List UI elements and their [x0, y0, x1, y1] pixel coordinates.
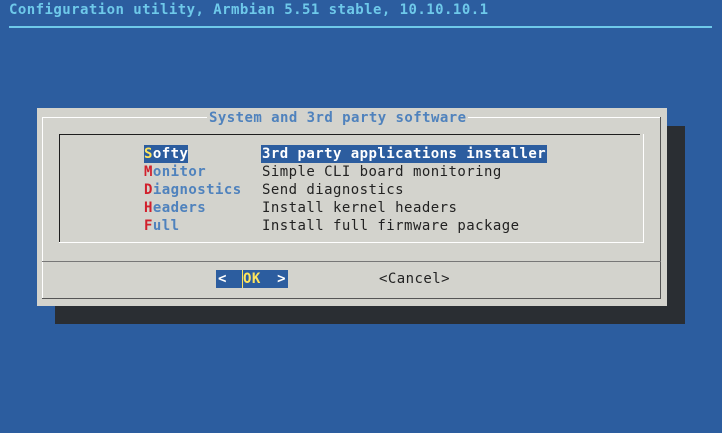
menu-item-tag: Diagnostics [144, 182, 242, 198]
dialog-button-separator [42, 261, 661, 262]
ok-button-label: OK [243, 271, 261, 287]
menu-item-full[interactable]: Full Install full firmware package [144, 217, 614, 235]
menu-item-softy[interactable]: Softy 3rd party applications installer [144, 145, 614, 163]
menu-item-headers[interactable]: Headers Install kernel headers [144, 199, 614, 217]
menu-item-hotkey: D [144, 182, 153, 198]
menu-item-description: Install full firmware package [262, 218, 520, 234]
dialog-frame-right [660, 117, 661, 298]
menu-item-description: 3rd party applications installer [261, 145, 548, 163]
menu-item-description: Send diagnostics [262, 182, 405, 198]
backtitle-divider [9, 26, 712, 28]
menu-item-hotkey: F [144, 218, 153, 234]
ok-button-right-bracket: > [277, 271, 286, 287]
menu-list: Softy 3rd party applications installer M… [144, 145, 614, 235]
menu-item-tag: Headers [144, 200, 207, 216]
menu-item-description: Simple CLI board monitoring [262, 164, 502, 180]
menu-item-diagnostics[interactable]: Diagnostics Send diagnostics [144, 181, 614, 199]
menu-item-tag: Softy [144, 145, 189, 163]
menu-item-description: Install kernel headers [262, 200, 458, 216]
backtitle: Configuration utility, Armbian 5.51 stab… [9, 2, 489, 18]
dialog-window: System and 3rd party software Softy 3rd … [37, 108, 667, 306]
ok-button-left-bracket: < [218, 271, 227, 287]
menu-item-hotkey: H [144, 200, 153, 216]
dialog-frame-left [42, 117, 43, 298]
dialog-frame-bottom [42, 298, 661, 299]
dialog-title: System and 3rd party software [207, 109, 469, 127]
menu-item-hotkey: S [144, 146, 153, 162]
cancel-button[interactable]: <Cancel> [379, 270, 450, 288]
menu-item-hotkey: M [144, 164, 153, 180]
menu-item-tag: Full [144, 218, 180, 234]
menu-item-tag: Monitor [144, 164, 207, 180]
menu-item-monitor[interactable]: Monitor Simple CLI board monitoring [144, 163, 614, 181]
ok-button[interactable]: < OK > [216, 270, 288, 288]
